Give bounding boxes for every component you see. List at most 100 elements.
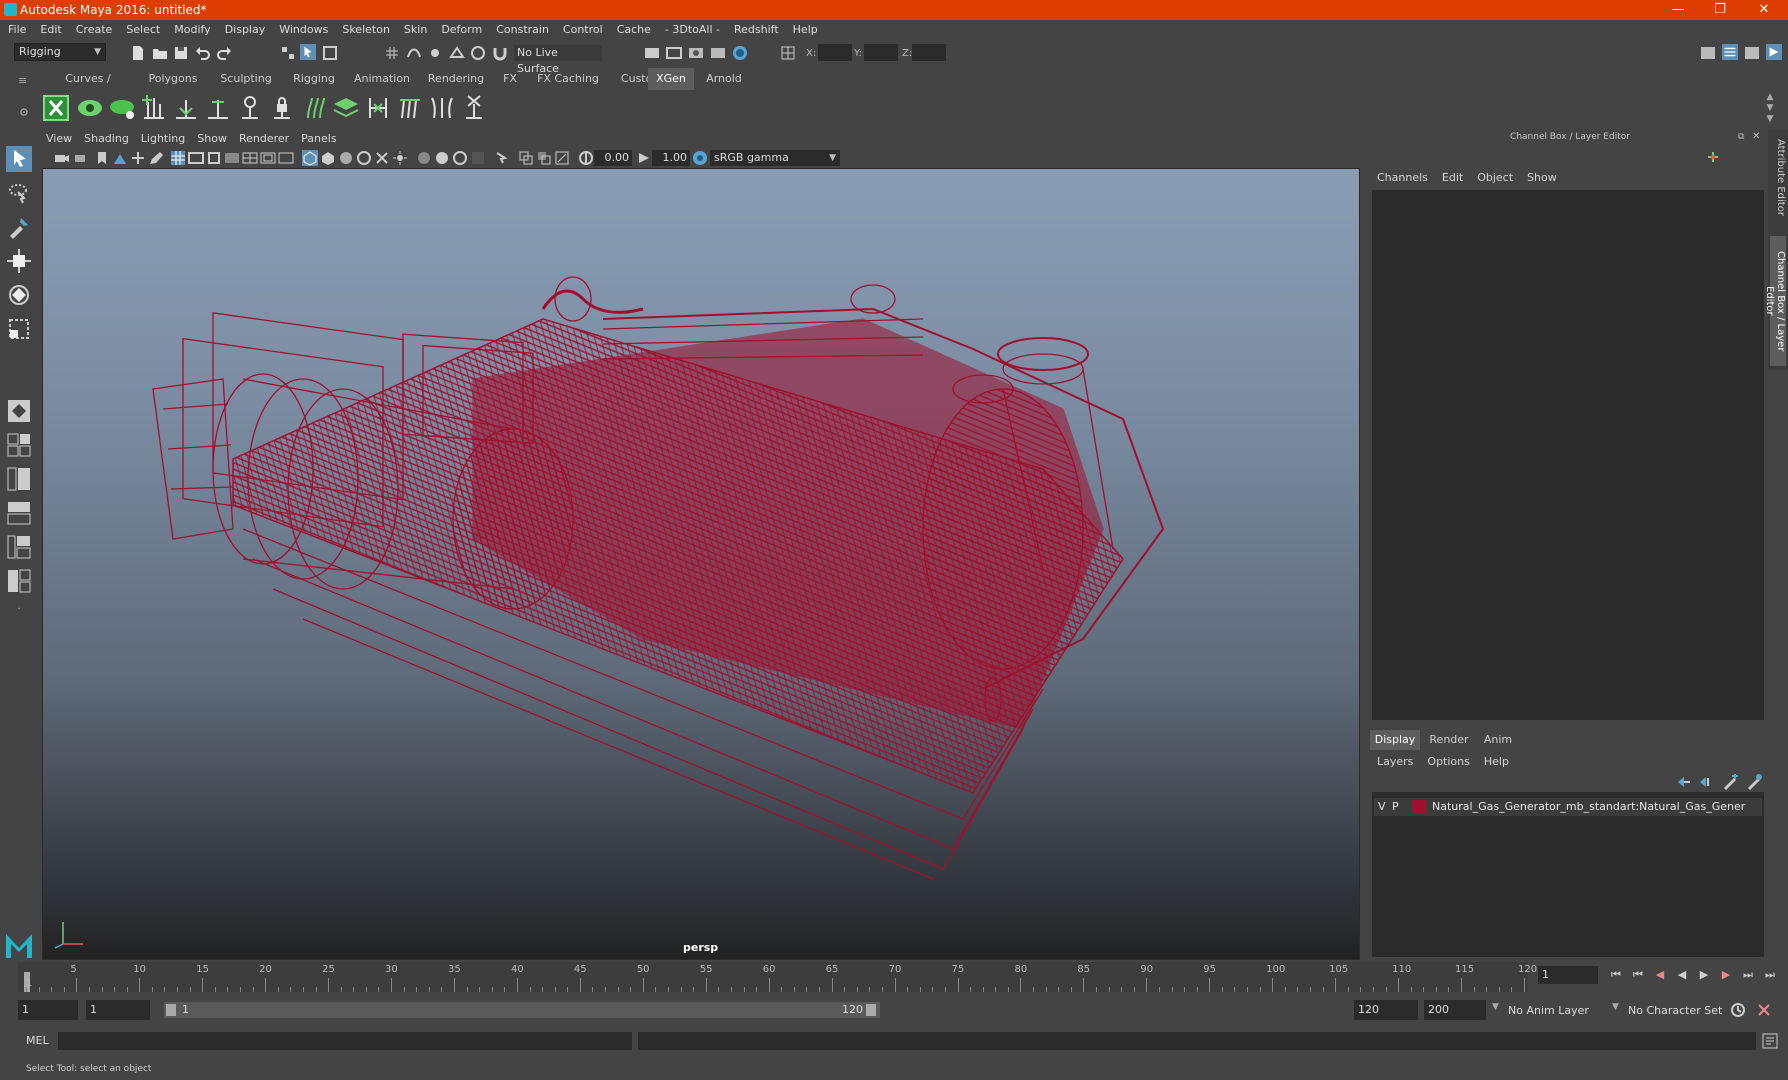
xgen-move-guide-icon[interactable]: [204, 94, 232, 122]
viewport-menu-panels[interactable]: Panels: [295, 130, 342, 147]
step-forward-icon[interactable]: ⏭: [1740, 967, 1756, 983]
magnet-icon[interactable]: [492, 45, 508, 61]
wireframe-icon[interactable]: [302, 150, 318, 166]
xgen-place-guides-icon[interactable]: [140, 94, 168, 122]
single-perspective-layout-icon[interactable]: [6, 398, 32, 424]
shelf-settings-gear-icon[interactable]: ⚙: [19, 106, 31, 119]
use-all-lights-icon[interactable]: [392, 150, 408, 166]
gamma-icon[interactable]: [636, 150, 652, 166]
xgen-editor-icon[interactable]: [42, 94, 70, 122]
textured-icon[interactable]: [374, 150, 390, 166]
gamma-field[interactable]: 1.00: [652, 150, 690, 166]
anim-layer-selector[interactable]: No Anim Layer: [1508, 1004, 1589, 1017]
new-scene-icon[interactable]: [130, 45, 146, 61]
xgen-guide-length-icon[interactable]: [236, 94, 264, 122]
snap-grid-icon[interactable]: [384, 45, 400, 61]
close-button[interactable]: ✕: [1744, 0, 1784, 20]
menu-skeleton[interactable]: Skeleton: [335, 20, 397, 40]
viewport-menu-view[interactable]: View: [40, 130, 78, 147]
viewport-menu-renderer[interactable]: Renderer: [233, 130, 295, 147]
rotate-tool-icon[interactable]: [6, 282, 32, 308]
current-frame-field[interactable]: 1: [1538, 966, 1598, 984]
move-layer-up-icon[interactable]: [1676, 774, 1692, 790]
transform-constraint-icon[interactable]: [780, 45, 796, 61]
open-scene-icon[interactable]: [152, 45, 168, 61]
animation-start-field[interactable]: 1: [18, 1000, 78, 1020]
four-view-layout-icon[interactable]: [6, 432, 32, 458]
layer-playback-toggle[interactable]: P: [1392, 800, 1399, 813]
shelf-tab-curves-surfaces[interactable]: Curves / Surfaces: [42, 68, 134, 107]
layer-tab-anim[interactable]: Anim: [1478, 730, 1518, 750]
select-tool-icon[interactable]: [6, 146, 32, 172]
render-view-icon[interactable]: [710, 45, 726, 61]
xgen-normalize-guides-icon[interactable]: [364, 94, 392, 122]
shadows-icon[interactable]: [416, 150, 432, 166]
options-menu[interactable]: Options: [1420, 752, 1476, 772]
field-chart-icon[interactable]: [242, 150, 258, 166]
layer-visibility-toggle[interactable]: V: [1378, 800, 1386, 813]
xgen-lock-guide-icon[interactable]: [268, 94, 296, 122]
select-component-icon[interactable]: [322, 45, 338, 61]
save-scene-icon[interactable]: [173, 45, 189, 61]
snap-view-plane-icon[interactable]: [449, 45, 465, 61]
xgen-guide-curves-icon[interactable]: [428, 94, 456, 122]
paint-select-tool-icon[interactable]: [6, 214, 32, 240]
persp-graph-layout-icon[interactable]: [6, 500, 32, 526]
gate-mask-icon[interactable]: [224, 150, 240, 166]
shelf-tab-polygons[interactable]: Polygons: [138, 68, 208, 90]
anti-aliasing-icon[interactable]: [470, 150, 486, 166]
select-object-icon[interactable]: [300, 44, 316, 60]
toggle-attribute-editor-icon[interactable]: [1722, 44, 1738, 60]
xgen-interactive-groom-icon[interactable]: [108, 94, 136, 122]
exposure-icon[interactable]: [578, 150, 594, 166]
chevron-down-icon[interactable]: ▼: [1492, 1002, 1499, 1012]
show-menu[interactable]: Show: [1520, 168, 1564, 188]
viewport-menu-shading[interactable]: Shading: [78, 130, 135, 147]
ipr-render-icon[interactable]: [688, 45, 704, 61]
shelf-scroll-icon[interactable]: ▲ ▼ ▼: [1764, 92, 1776, 126]
motion-blur-icon[interactable]: [452, 150, 468, 166]
range-end-handle[interactable]: [866, 1004, 876, 1016]
perspective-viewport[interactable]: persp: [42, 168, 1360, 960]
layer-color-swatch[interactable]: [1412, 800, 1426, 814]
shelf-tab-xgen[interactable]: XGen: [648, 68, 694, 90]
range-start-handle[interactable]: [166, 1004, 176, 1016]
grid-icon[interactable]: [170, 150, 186, 166]
shelf-tab-fx[interactable]: FX: [494, 68, 526, 90]
tab-attribute-editor[interactable]: Attribute Editor: [1770, 134, 1786, 220]
character-set-selector[interactable]: No Character Set: [1628, 1004, 1722, 1017]
live-surface-field[interactable]: No Live Surface: [514, 45, 602, 75]
color-space-select[interactable]: sRGB gamma ▼: [710, 150, 840, 166]
move-tool-icon[interactable]: [6, 248, 32, 274]
shelf-tab-arnold[interactable]: Arnold: [696, 68, 752, 90]
menu-deform[interactable]: Deform: [434, 20, 489, 40]
film-gate-icon[interactable]: [188, 150, 204, 166]
lasso-tool-icon[interactable]: [6, 180, 32, 206]
viewport-menu-show[interactable]: Show: [191, 130, 233, 147]
xgen-description-icon[interactable]: [76, 94, 104, 122]
close-panel-icon[interactable]: ✕: [1752, 131, 1764, 143]
default-material-icon[interactable]: [338, 150, 354, 166]
minimize-button[interactable]: —: [1658, 0, 1698, 20]
snap-curve-icon[interactable]: [406, 45, 422, 61]
menu-control[interactable]: Control: [556, 20, 610, 40]
channel-box-body[interactable]: [1372, 190, 1764, 720]
edit-menu[interactable]: Edit: [1435, 168, 1470, 188]
x-field[interactable]: [818, 44, 852, 61]
menu-windows[interactable]: Windows: [272, 20, 335, 40]
shelf-tab-sculpting[interactable]: Sculpting: [212, 68, 280, 90]
viewport-menu-lighting[interactable]: Lighting: [135, 130, 191, 147]
xray-icon[interactable]: [518, 150, 534, 166]
menu-display[interactable]: Display: [218, 20, 273, 40]
layer-row[interactable]: V P Natural_Gas_Generator_mb_standart:Na…: [1374, 798, 1762, 816]
channels-menu[interactable]: Channels: [1370, 168, 1435, 188]
image-plane-icon[interactable]: [112, 150, 128, 166]
play-forwards-icon[interactable]: ▶: [1696, 967, 1712, 983]
shelf-menu-icon[interactable]: ≡: [18, 74, 32, 88]
isolate-select-icon[interactable]: [494, 150, 510, 166]
toolbox-more-icon[interactable]: ·: [6, 604, 32, 620]
scale-tool-icon[interactable]: [6, 316, 32, 342]
shelf-tab-animation[interactable]: Animation: [346, 68, 418, 90]
redo-icon[interactable]: [216, 45, 232, 61]
layer-tab-render[interactable]: Render: [1424, 730, 1474, 750]
